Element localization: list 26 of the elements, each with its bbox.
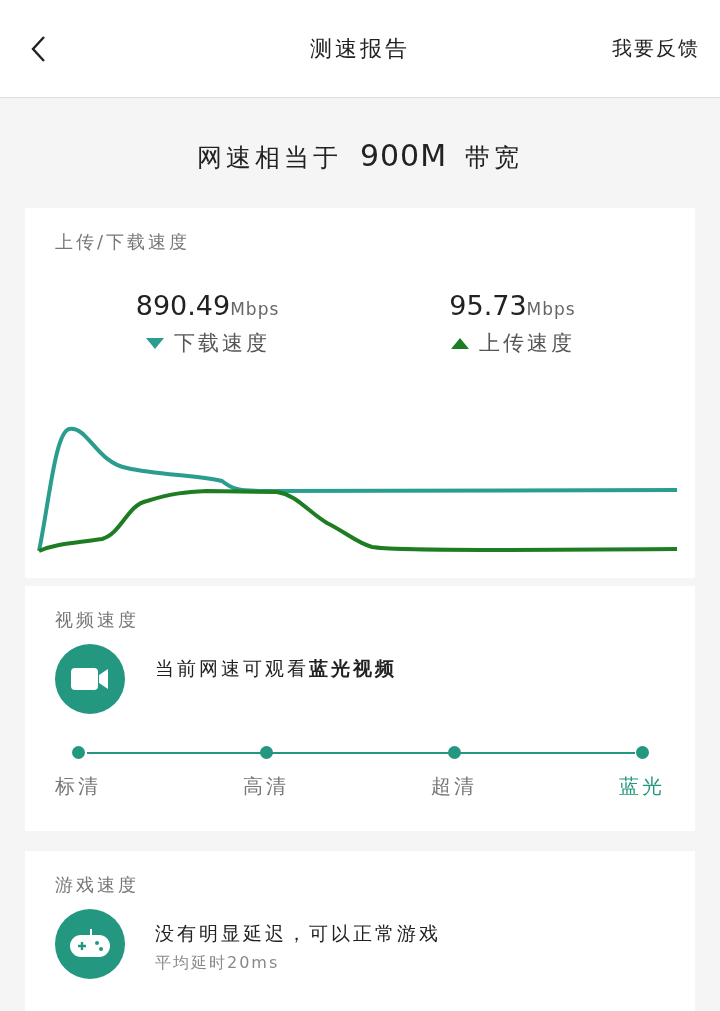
speed-unit: Mbps bbox=[230, 299, 280, 319]
card-title: 游戏速度 bbox=[55, 873, 140, 897]
card-title: 视频速度 bbox=[55, 608, 140, 632]
speed-value: 95.73 bbox=[449, 290, 527, 321]
feedback-link[interactable]: 我要反馈 bbox=[612, 35, 700, 62]
card-title: 上传/下载速度 bbox=[55, 230, 192, 254]
speed-label: 下载速度 bbox=[173, 330, 270, 357]
quality-level: 高清 bbox=[243, 773, 289, 800]
bandwidth-value: 900M bbox=[359, 138, 448, 173]
video-message: 当前网速可观看蓝光视频 bbox=[155, 656, 397, 681]
gamepad-icon bbox=[55, 909, 125, 979]
summary-unit: 带宽 bbox=[465, 142, 524, 174]
page-title: 测速报告 bbox=[310, 34, 410, 63]
video-camera-icon bbox=[55, 644, 125, 714]
level-dot bbox=[71, 746, 85, 759]
game-message: 没有明显延迟，可以正常游戏 bbox=[155, 921, 441, 946]
level-dot bbox=[635, 746, 649, 759]
back-icon[interactable] bbox=[30, 34, 46, 63]
speed-label: 上传速度 bbox=[478, 330, 575, 357]
speed-unit: Mbps bbox=[526, 299, 576, 319]
quality-level: 蓝光 bbox=[619, 773, 665, 800]
quality-level: 超清 bbox=[431, 773, 477, 800]
latency-text: 平均延时20ms bbox=[155, 953, 281, 974]
summary-label: 网速相当于 bbox=[196, 142, 342, 174]
quality-level: 标清 bbox=[55, 773, 101, 800]
speed-value: 890.49 bbox=[135, 290, 231, 321]
